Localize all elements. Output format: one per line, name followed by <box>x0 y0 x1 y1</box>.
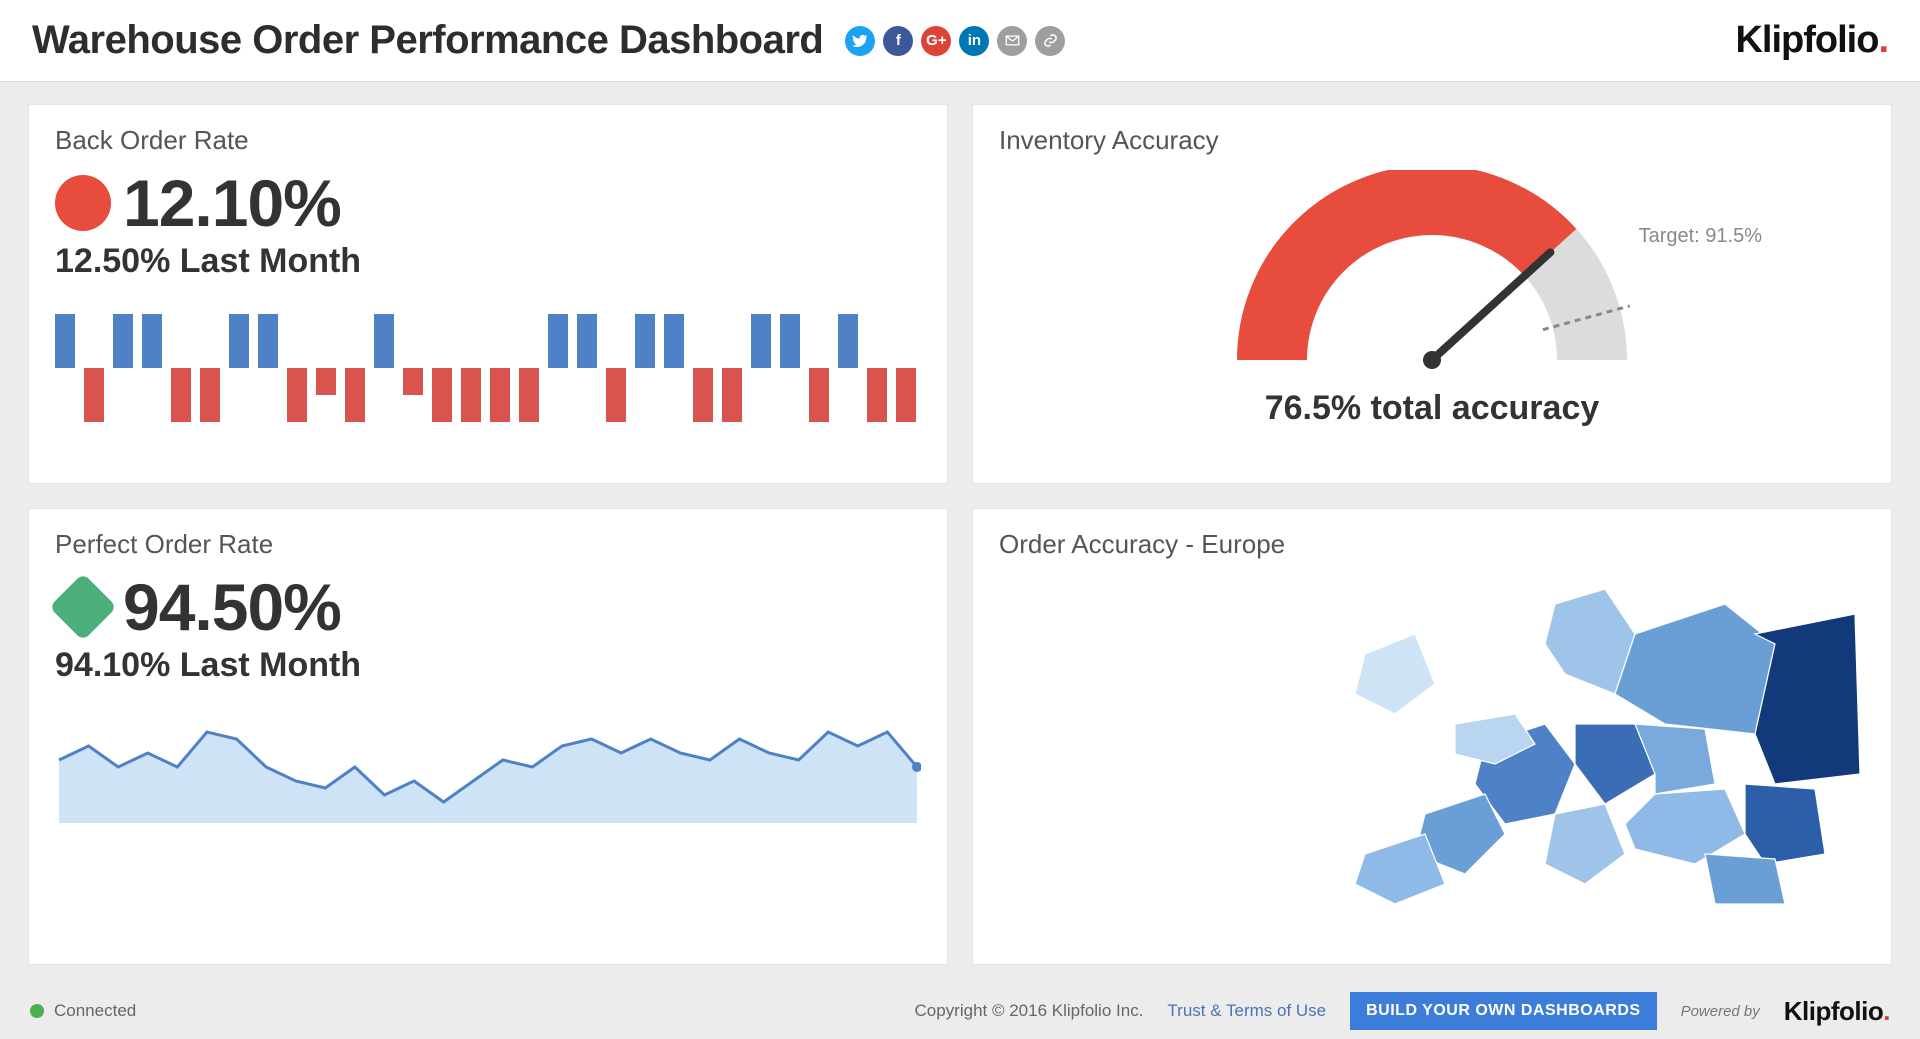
panel-title: Order Accuracy - Europe <box>999 529 1865 560</box>
linkedin-icon[interactable]: in <box>959 26 989 56</box>
panel-perfect-order-rate: Perfect Order Rate 94.50% 94.10% Last Mo… <box>28 508 948 965</box>
connection-status-text: Connected <box>54 1001 136 1021</box>
share-icons: f G+ in <box>845 26 1065 56</box>
panel-back-order-rate: Back Order Rate 12.10% 12.50% Last Month <box>28 104 948 484</box>
copyright-text: Copyright © 2016 Klipfolio Inc. <box>914 1001 1143 1021</box>
panel-title: Back Order Rate <box>55 125 921 156</box>
back-order-last-month: 12.50% Last Month <box>55 242 921 281</box>
header-bar: Warehouse Order Performance Dashboard f … <box>0 0 1920 82</box>
panel-order-accuracy-europe: Order Accuracy - Europe <box>972 508 1892 965</box>
terms-link[interactable]: Trust & Terms of Use <box>1167 1001 1326 1021</box>
brand-logo-small: Klipfolio. <box>1784 996 1890 1027</box>
perfect-order-sparkline <box>55 707 921 827</box>
inventory-accuracy-gauge <box>1212 170 1652 390</box>
europe-choropleth-map <box>1305 574 1865 914</box>
powered-by-text: Powered by <box>1681 1003 1760 1020</box>
link-icon[interactable] <box>1035 26 1065 56</box>
googleplus-icon[interactable]: G+ <box>921 26 951 56</box>
status-dot-icon <box>55 175 111 231</box>
footer-bar: Connected Copyright © 2016 Klipfolio Inc… <box>0 983 1920 1039</box>
back-order-value: 12.10% <box>123 170 341 236</box>
status-diamond-icon <box>49 573 117 641</box>
perfect-order-value: 94.50% <box>123 574 341 640</box>
panel-inventory-accuracy: Inventory Accuracy Target: 91.5% 76.5% t… <box>972 104 1892 484</box>
perfect-order-last-month: 94.10% Last Month <box>55 646 921 685</box>
brand-logo: Klipfolio. <box>1735 19 1888 62</box>
gauge-display-text: 76.5% total accuracy <box>999 389 1865 428</box>
back-order-winloss-chart <box>55 303 921 433</box>
panel-title: Inventory Accuracy <box>999 125 1865 156</box>
twitter-icon[interactable] <box>845 26 875 56</box>
panel-title: Perfect Order Rate <box>55 529 921 560</box>
email-icon[interactable] <box>997 26 1027 56</box>
facebook-icon[interactable]: f <box>883 26 913 56</box>
page-title: Warehouse Order Performance Dashboard <box>32 18 823 63</box>
build-dashboard-button[interactable]: BUILD YOUR OWN DASHBOARDS <box>1350 992 1656 1030</box>
gauge-target-label: Target: 91.5% <box>1639 225 1762 248</box>
connection-status-icon <box>30 1004 44 1018</box>
